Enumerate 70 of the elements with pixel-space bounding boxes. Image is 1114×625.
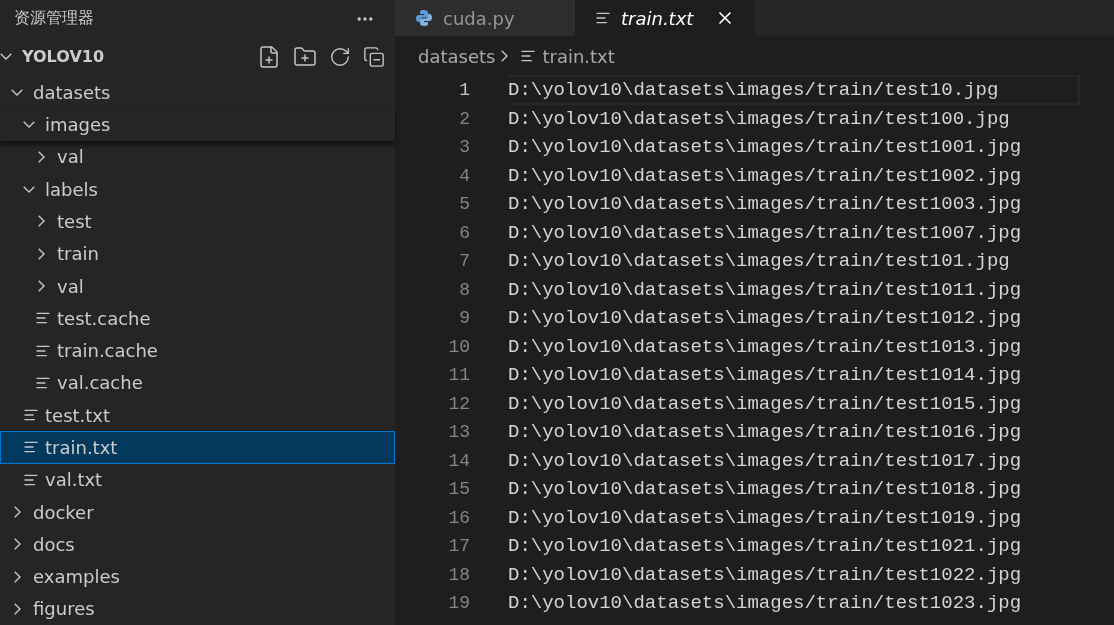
- code-line: D:\yolov10\datasets\images/train/test1001.jpg: [508, 135, 1023, 161]
- file-lines-icon: [595, 10, 611, 26]
- file-lines-icon: [520, 48, 537, 64]
- line-number: 4: [458, 165, 470, 186]
- line-number: 18: [447, 564, 470, 585]
- tree-item[interactable]: val: [0, 140, 395, 174]
- code-line: D:\yolov10\datasets\images/train/test1014.jpg: [508, 363, 1023, 389]
- tree-item[interactable]: train.cache: [0, 334, 395, 367]
- code-line: D:\yolov10\datasets\images/train/test1022.jpg: [508, 562, 1023, 588]
- tree-item[interactable]: train.txt: [0, 431, 395, 464]
- line-number: 8: [458, 279, 470, 300]
- breadcrumb-item[interactable]: train.txt: [542, 45, 615, 67]
- code-line: D:\yolov10\datasets\images/train/test1011.jpg: [508, 277, 1023, 303]
- new-folder-icon[interactable]: [293, 44, 317, 69]
- tree-item[interactable]: datasets: [0, 76, 395, 109]
- line-number: 3: [458, 137, 470, 158]
- line-number: 2: [458, 108, 470, 129]
- tree-item[interactable]: figures: [0, 592, 395, 625]
- code-line: D:\yolov10\datasets\images/train/test1023.jpg: [508, 591, 1023, 617]
- explorer-title: 资源管理器: [14, 8, 94, 30]
- line-number: 11: [447, 365, 470, 386]
- tree-item[interactable]: val.txt: [0, 463, 395, 496]
- tree-item[interactable]: test: [0, 205, 395, 238]
- chevron-right-icon: [501, 50, 509, 62]
- code-line: D:\yolov10\datasets\images/train/test1018.jpg: [508, 477, 1023, 503]
- line-number: 7: [458, 251, 470, 272]
- tree-item[interactable]: docs: [0, 528, 395, 561]
- collapse-all-icon[interactable]: [363, 45, 385, 68]
- line-number: 9: [458, 308, 470, 329]
- code-line: D:\yolov10\datasets\images/train/test101.jpg: [508, 249, 1011, 275]
- code-line: D:\yolov10\datasets\images/train/test1002.jpg: [508, 163, 1023, 189]
- project-name[interactable]: YOLOV10: [22, 47, 257, 67]
- tree-item[interactable]: images: [0, 108, 395, 141]
- code-line: D:\yolov10\datasets\images/train/test1012.jpg: [508, 306, 1023, 332]
- chevron-down-icon[interactable]: [0, 53, 12, 61]
- line-number: 16: [447, 507, 470, 528]
- line-number: 19: [447, 593, 470, 614]
- tree-item[interactable]: test.cache: [0, 302, 395, 335]
- code-line: D:\yolov10\datasets\images/train/test10.jpg: [508, 75, 1081, 106]
- tree-item[interactable]: test.txt: [0, 399, 395, 432]
- line-number: 5: [458, 194, 470, 215]
- code-line: D:\yolov10\datasets\images/train/test1013.jpg: [508, 334, 1023, 360]
- tree-item[interactable]: docker: [0, 495, 395, 529]
- tree-item[interactable]: val: [0, 269, 395, 303]
- tree-item[interactable]: val.cache: [0, 366, 395, 399]
- editor-tab[interactable]: train.txt: [575, 0, 755, 36]
- line-number: 13: [447, 422, 470, 443]
- line-number: 14: [447, 450, 470, 471]
- tree-item[interactable]: train: [0, 237, 395, 270]
- tree-item[interactable]: labels: [0, 173, 395, 206]
- line-number: 12: [447, 393, 470, 414]
- code-line: D:\yolov10\datasets\images/train/test1017.jpg: [508, 448, 1023, 474]
- editor-tab[interactable]: cuda.py: [395, 0, 575, 36]
- code-line: D:\yolov10\datasets\images/train/test1021.jpg: [508, 534, 1023, 560]
- line-number: 6: [458, 222, 470, 243]
- line-number: 15: [447, 479, 470, 500]
- code-line: D:\yolov10\datasets\images/train/test1016.jpg: [508, 420, 1023, 446]
- line-number: 17: [447, 536, 470, 557]
- line-number: 1: [458, 80, 470, 101]
- code-line: D:\yolov10\datasets\images/train/test1007.jpg: [508, 220, 1023, 246]
- code-line: D:\yolov10\datasets\images/train/test1003.jpg: [508, 192, 1023, 218]
- tree-item[interactable]: examples: [0, 560, 395, 593]
- code-line: D:\yolov10\datasets\images/train/test100.jpg: [508, 106, 1011, 132]
- code-line: D:\yolov10\datasets\images/train/test1019.jpg: [508, 505, 1023, 531]
- line-number: 10: [447, 336, 470, 357]
- new-file-icon[interactable]: [257, 44, 281, 69]
- refresh-icon[interactable]: [329, 45, 351, 68]
- code-line: D:\yolov10\datasets\images/train/test1015.jpg: [508, 391, 1023, 417]
- python-icon: [415, 9, 433, 27]
- breadcrumb-item[interactable]: datasets: [418, 45, 496, 67]
